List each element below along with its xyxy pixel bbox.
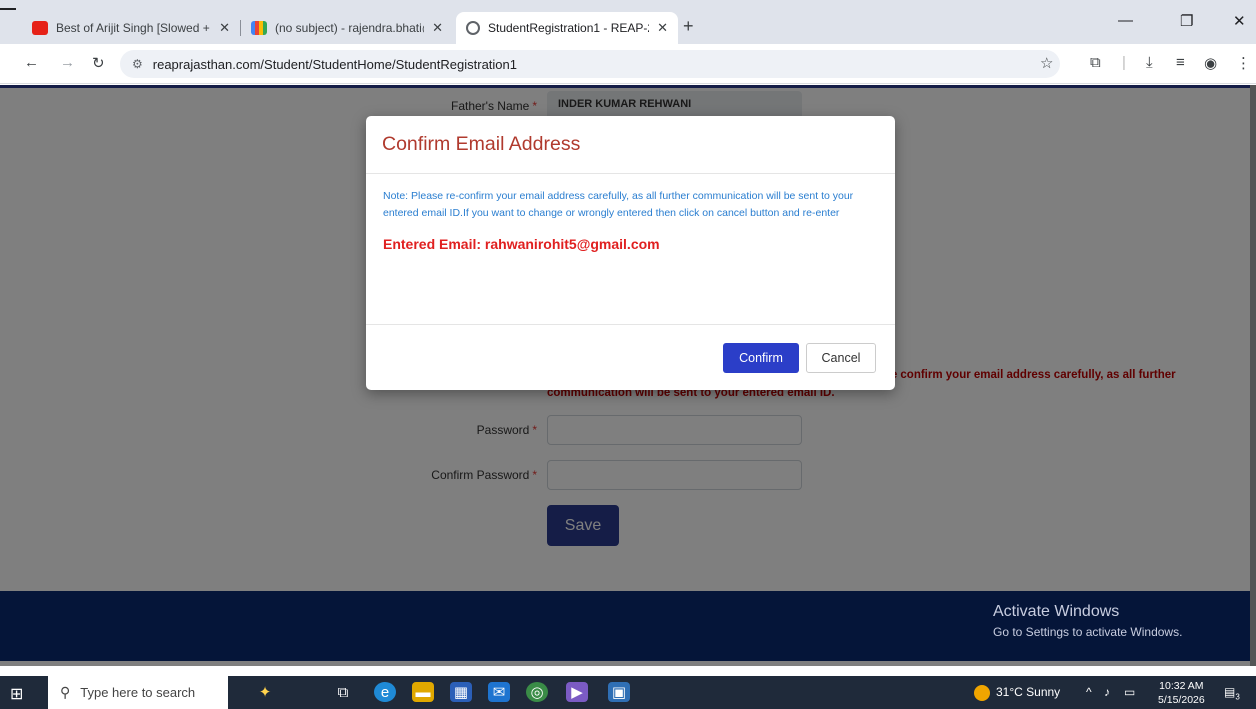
site-info-icon[interactable]: ⚙ xyxy=(132,57,143,71)
lens-icon[interactable]: ⧉ xyxy=(1090,54,1101,71)
back-arrow-icon[interactable]: ← xyxy=(24,54,39,71)
modal-body: Note: Please re-confirm your email addre… xyxy=(366,174,895,325)
windows-start-icon[interactable]: ⊞ xyxy=(10,684,23,704)
youtube-icon xyxy=(32,21,48,35)
page-content: Father's Name* INDER KUMAR REHWANI Only … xyxy=(0,85,1256,666)
close-window-icon[interactable]: ✕ xyxy=(1233,12,1246,30)
app-icon[interactable]: ▶ xyxy=(566,682,588,702)
network-icon[interactable]: ▭ xyxy=(1124,685,1135,699)
modal-footer: Confirm Cancel xyxy=(366,325,895,389)
restore-icon[interactable]: ❐ xyxy=(1180,12,1193,30)
watermark-title: Activate Windows xyxy=(993,603,1120,620)
browser-tab-strip: Best of Arijit Singh [Slowed + R ✕ (no s… xyxy=(0,0,1256,44)
watermark-subtitle: Go to Settings to activate Windows. xyxy=(993,625,1183,639)
tab-student-registration[interactable]: StudentRegistration1 - REAP-20 ✕ xyxy=(456,12,678,44)
windows-taskbar: ⊞ ⚲ Type here to search ✦ ⧉ e ▬ ▦ ✉ ◎ ▶ … xyxy=(0,676,1256,709)
clock-date: 5/15/2026 xyxy=(1158,694,1205,706)
search-placeholder: Type here to search xyxy=(80,685,196,700)
modal-header: Confirm Email Address xyxy=(366,116,895,174)
confirm-button[interactable]: Confirm xyxy=(723,343,799,373)
corner-mark xyxy=(0,8,16,10)
browser-toolbar: ← → ↻ ⚙ reaprajasthan.com/Student/Studen… xyxy=(0,44,1256,84)
app-icon-2[interactable]: ▣ xyxy=(608,682,630,702)
url-text[interactable]: reaprajasthan.com/Student/StudentHome/St… xyxy=(153,57,517,72)
close-tab-icon[interactable]: ✕ xyxy=(657,20,668,36)
new-tab-button[interactable]: + xyxy=(683,16,694,37)
forward-arrow-icon[interactable]: → xyxy=(60,54,75,71)
notification-icon[interactable]: ▤3 xyxy=(1224,685,1240,701)
chrome-icon[interactable]: ◎ xyxy=(526,682,548,702)
tab-title: (no subject) - rajendra.bhati@s xyxy=(275,21,425,35)
weather-sun-icon xyxy=(974,685,990,701)
file-explorer-icon[interactable]: ▬ xyxy=(412,682,434,702)
toolbar-divider: | xyxy=(1122,54,1126,71)
download-icon[interactable]: ⤓ xyxy=(1146,54,1153,71)
profile-icon[interactable]: ◉ xyxy=(1204,54,1217,72)
modal-title: Confirm Email Address xyxy=(382,133,581,155)
bookmark-star-icon[interactable]: ☆ xyxy=(1040,54,1053,72)
clock-time: 10:32 AM xyxy=(1159,680,1204,692)
reading-list-icon[interactable]: ≡ xyxy=(1176,54,1185,71)
modal-note: Note: Please re-confirm your email addre… xyxy=(383,190,854,219)
search-icon: ⚲ xyxy=(60,684,71,700)
page-scrollbar[interactable] xyxy=(1250,85,1256,666)
speaker-icon[interactable]: ♪ xyxy=(1104,685,1110,699)
mail-icon[interactable]: ✉ xyxy=(488,682,510,702)
close-tab-icon[interactable]: ✕ xyxy=(219,20,230,36)
store-icon[interactable]: ▦ xyxy=(450,682,472,702)
edge-icon[interactable]: e xyxy=(374,682,396,702)
tab-title: StudentRegistration1 - REAP-20 xyxy=(488,21,650,35)
activate-windows-watermark: Activate Windows Go to Settings to activ… xyxy=(993,603,1182,639)
menu-dots-icon[interactable]: ⋮ xyxy=(1236,54,1251,72)
notification-count: 3 xyxy=(1235,692,1240,702)
close-tab-icon[interactable]: ✕ xyxy=(432,20,443,36)
task-view-icon[interactable]: ⧉ xyxy=(332,682,354,702)
taskbar-search-box[interactable]: ⚲ Type here to search xyxy=(48,676,228,709)
tab-title: Best of Arijit Singh [Slowed + R xyxy=(56,21,212,35)
tab-youtube[interactable]: Best of Arijit Singh [Slowed + R ✕ xyxy=(22,12,240,44)
globe-icon xyxy=(466,21,480,35)
tray-chevron-icon[interactable]: ^ xyxy=(1086,685,1092,699)
confirm-email-modal: Confirm Email Address Note: Please re-co… xyxy=(366,116,895,390)
taskbar-clock[interactable]: 10:32 AM 5/15/2026 xyxy=(1158,679,1205,707)
entered-email-text: Entered Email: rahwanirohit5@gmail.com xyxy=(383,236,660,252)
gmail-icon xyxy=(251,21,267,35)
tab-gmail[interactable]: (no subject) - rajendra.bhati@s ✕ xyxy=(241,12,453,44)
sparkle-icon[interactable]: ✦ xyxy=(254,682,276,702)
minimize-icon[interactable]: — xyxy=(1118,12,1133,29)
weather-text[interactable]: 31°C Sunny xyxy=(996,685,1060,699)
address-bar[interactable]: ⚙ reaprajasthan.com/Student/StudentHome/… xyxy=(120,50,1060,78)
reload-icon[interactable]: ↻ xyxy=(92,54,105,72)
cancel-button[interactable]: Cancel xyxy=(806,343,876,373)
